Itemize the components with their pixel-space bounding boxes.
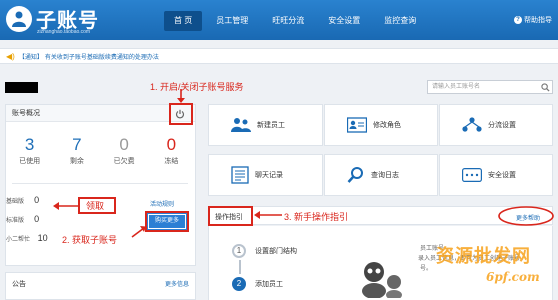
step-1-label: 设置部门结构 xyxy=(255,248,297,255)
step-2-number: 2 xyxy=(232,277,246,291)
tile-security-settings[interactable]: 安全设置 xyxy=(439,154,553,196)
stat-remaining-label: 剩余 xyxy=(69,158,84,165)
chat-record-icon xyxy=(231,166,249,184)
limit-basic-label: 基础版 xyxy=(6,199,25,205)
logo xyxy=(6,6,32,32)
stat-overdue[interactable]: 0 已欠费 xyxy=(104,136,144,166)
limit-basic-value: 0 xyxy=(34,195,40,205)
highlight-buy-more xyxy=(145,211,189,232)
stat-frozen-label: 冻结 xyxy=(164,158,179,165)
notice-bar: ◀) 【通知】 有关收到子账号基础版续费通知的处理办法 xyxy=(0,48,558,64)
limit-standard-label: 标准版 xyxy=(6,218,25,224)
tile-query-log[interactable]: 查询日志 xyxy=(324,154,438,196)
step-2-label: 添加员工 xyxy=(255,281,283,288)
guide-step-1[interactable]: 1 设置部门结构 xyxy=(232,244,297,258)
annotation-toggle-service: 1. 开启/关闭子账号服务 xyxy=(150,82,244,92)
stat-remaining[interactable]: 7 剩余 xyxy=(57,136,97,166)
tile-security-settings-label: 安全设置 xyxy=(488,172,516,179)
limit-basic: 基础版 0 xyxy=(6,192,54,211)
stat-used-label: 已使用 xyxy=(19,158,41,165)
redacted-account-name xyxy=(5,82,38,93)
tile-split-settings[interactable]: 分流设置 xyxy=(439,104,553,146)
bulletin-more-link[interactable]: 更多信息 xyxy=(165,279,189,288)
role-card-icon xyxy=(347,117,367,133)
security-icon xyxy=(462,168,482,182)
watermark-url: 6pf.com xyxy=(486,270,540,284)
mascot-illustration xyxy=(362,262,402,298)
tile-query-log-label: 查询日志 xyxy=(371,172,399,179)
limit-standard-value: 0 xyxy=(34,214,40,224)
arrow-icon xyxy=(254,211,282,219)
nav-staff-management[interactable]: 员工管理 xyxy=(206,11,258,31)
guide-desc-line-3: 号。 xyxy=(420,266,433,272)
activity-rules-link[interactable]: 活动规则 xyxy=(150,199,174,208)
tile-new-employee[interactable]: 新建员工 xyxy=(208,104,323,146)
account-stats: 3 已使用 7 剩余 0 已欠费 0 冻结 xyxy=(6,122,195,166)
help-label: 帮助指导 xyxy=(524,17,552,24)
account-overview-title: 账号概况 xyxy=(6,105,195,122)
nav-security-settings[interactable]: 安全设置 xyxy=(318,11,370,31)
highlight-more-help xyxy=(498,206,554,226)
limit-xiaoer-value: 10 xyxy=(37,233,48,243)
notice-tag: 【通知】 xyxy=(18,54,43,61)
tile-modify-role[interactable]: 修改角色 xyxy=(324,104,438,146)
tile-new-employee-label: 新建员工 xyxy=(257,122,285,129)
stat-frozen[interactable]: 0 冻结 xyxy=(151,136,191,166)
highlight-guide-title xyxy=(208,206,253,226)
step-1-number: 1 xyxy=(232,244,246,258)
annotation-claim: 领取 xyxy=(86,201,105,211)
bulletin-title: 公告 xyxy=(12,281,26,288)
users-icon xyxy=(231,118,251,132)
highlight-power-toggle xyxy=(169,103,193,125)
logo-subtitle: zizhanghao.taobao.com xyxy=(37,29,91,35)
nav-monitoring[interactable]: 监控查询 xyxy=(374,11,426,31)
annotation-beginner-guide: 3. 新手操作指引 xyxy=(284,212,349,222)
version-limits: 基础版 0 标准版 0 小二帮忙 10 xyxy=(6,192,54,249)
annotation-get-subaccount: 2. 获取子账号 xyxy=(62,235,118,245)
limit-xiaoer: 小二帮忙 10 xyxy=(6,230,54,249)
stat-used[interactable]: 3 已使用 xyxy=(10,136,50,166)
divider xyxy=(12,183,188,184)
logo-icon xyxy=(12,11,26,27)
stat-overdue-label: 已欠费 xyxy=(113,158,135,165)
nav-wangwang-routing[interactable]: 旺旺分流 xyxy=(262,11,314,31)
stat-used-value: 3 xyxy=(24,135,35,154)
split-icon xyxy=(462,117,482,132)
stat-remaining-value: 7 xyxy=(72,135,82,154)
stat-overdue-value: 0 xyxy=(119,135,129,154)
arrow-icon xyxy=(131,226,146,238)
notice-link[interactable]: 有关收到子账号基础版续费通知的处理办法 xyxy=(45,52,159,61)
tile-split-settings-label: 分流设置 xyxy=(488,122,516,129)
limit-xiaoer-label: 小二帮忙 xyxy=(6,237,31,243)
top-bar: 子账号 zizhanghao.taobao.com 首 页 员工管理 旺旺分流 … xyxy=(0,0,558,40)
search-placeholder: 请输入员工账号名 xyxy=(432,84,481,90)
tile-chat-records-label: 聊天记录 xyxy=(255,172,283,179)
bulletin-panel: 公告 更多信息 xyxy=(5,272,196,300)
limit-standard: 标准版 0 xyxy=(6,211,54,230)
help-icon: ? xyxy=(514,16,522,24)
search-icon[interactable] xyxy=(541,83,550,92)
speaker-icon: ◀) xyxy=(6,51,15,61)
help-link[interactable]: ? 帮助指导 xyxy=(514,15,552,25)
nav-home[interactable]: 首 页 xyxy=(164,11,203,31)
step-connector xyxy=(239,260,241,274)
search-input[interactable]: 请输入员工账号名 xyxy=(427,80,553,94)
tile-chat-records[interactable]: 聊天记录 xyxy=(208,154,323,196)
guide-step-2[interactable]: 2 添加员工 xyxy=(232,277,283,291)
magnifier-icon xyxy=(347,167,363,183)
watermark-text: 资源批发网 xyxy=(436,246,531,267)
main-nav: 首 页 员工管理 旺旺分流 安全设置 监控查询 xyxy=(164,11,430,31)
stat-frozen-value: 0 xyxy=(166,135,177,154)
arrow-icon xyxy=(53,202,79,210)
tile-modify-role-label: 修改角色 xyxy=(373,122,401,129)
